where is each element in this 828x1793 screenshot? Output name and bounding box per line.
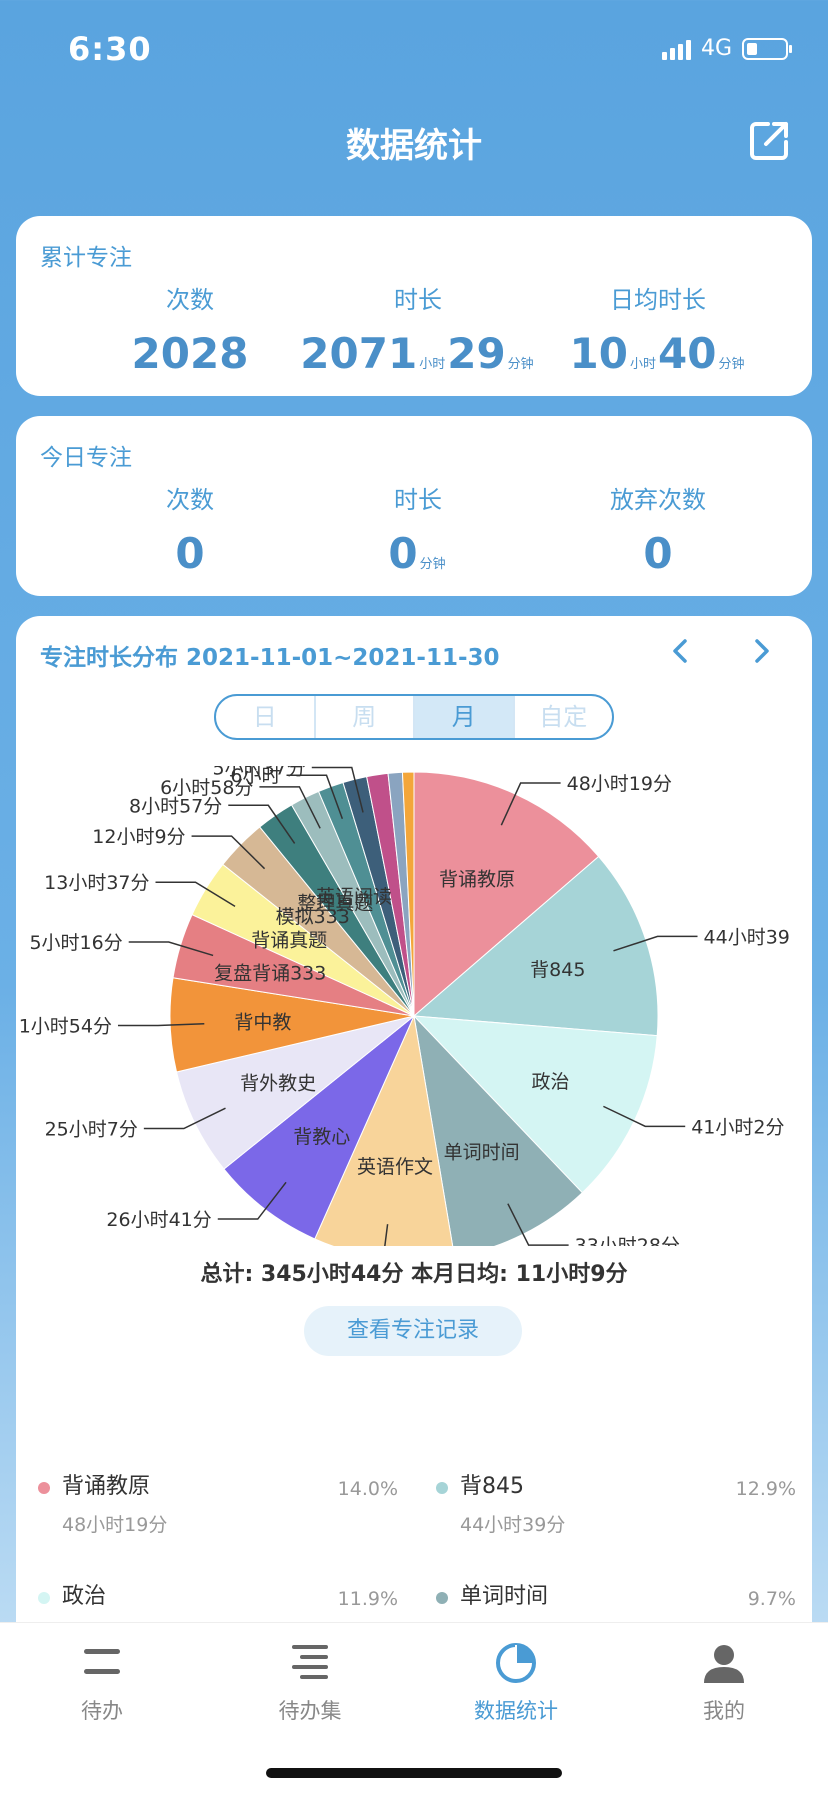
focus-pie-chart: 背诵教原 48小时19分背845 44小时39 政治 41小时2分单词时间 33小时28分… <box>19 766 790 1246</box>
view-records-button[interactable]: 查看专注记录 <box>304 1306 522 1356</box>
focus-summary: 总计: 345小时44分 本月日均: 11小时9分 <box>200 1262 628 1287</box>
today-focus-card: 今日专注 次数 0 时长 0 分钟 放弃次数 0 <box>16 416 812 596</box>
tabbar-label: 数据统计 <box>474 1699 558 1723</box>
period-tabs: 日 周 月 自定 <box>214 694 614 740</box>
total-daily-stat: 日均时长 10 小时40 分钟 <box>538 280 778 378</box>
tab-week[interactable]: 周 <box>316 696 415 738</box>
legend-time: 44小时39分 <box>460 1514 566 1536</box>
today-duration-value: 0 分钟 <box>388 529 446 578</box>
today-duration-label: 时长 <box>394 486 442 514</box>
pie-slice-label: 25小时7分 <box>45 1119 138 1141</box>
legend-name: 单词时间 <box>460 1584 549 1609</box>
total-focus-title: 累计专注 <box>40 245 132 271</box>
tabbar-label: 我的 <box>703 1699 745 1723</box>
legend-item: 背诵教原 48小时19分 14.0% <box>38 1468 398 1558</box>
pie-slice-name: 背诵教原 <box>439 868 515 890</box>
pie-slice-label: 12小时9分 <box>92 826 185 848</box>
total-daily-value: 10 小时40 分钟 <box>569 329 745 378</box>
pie-slice-label: 48小时19分 <box>567 773 672 795</box>
today-count-label: 次数 <box>166 486 214 514</box>
legend-time: 48小时19分 <box>62 1514 168 1536</box>
tab-day[interactable]: 日 <box>216 696 316 738</box>
tabbar-label: 待办 <box>81 1699 123 1723</box>
pie-slice-name: 政治 <box>532 1071 570 1093</box>
network-type: 4G <box>700 36 732 61</box>
legend-pct: 11.9% <box>337 1588 398 1610</box>
tabbar-todo[interactable]: 待办 <box>32 1641 172 1725</box>
total-focus-card: 累计专注 次数 2028 时长 2071 小时29 分钟 日均时长 10 小时40 分钟 <box>16 216 812 396</box>
total-count-stat: 次数 2028 <box>70 280 310 378</box>
pie-slice-name: 单词时间 <box>444 1141 520 1163</box>
legend-dot <box>38 1592 50 1604</box>
next-period-icon[interactable] <box>744 634 778 668</box>
total-count-value: 2028 <box>131 329 249 378</box>
pie-slice-label: 5小时16分 <box>29 932 122 954</box>
pie-chart-icon <box>496 1643 536 1683</box>
legend-name: 政治 <box>62 1584 107 1609</box>
today-count-stat: 次数 0 <box>70 480 310 578</box>
pie-slice-label: 1小时54分 <box>19 1016 112 1038</box>
legend-name: 背诵教原 <box>62 1474 151 1499</box>
battery-icon <box>742 37 792 60</box>
signal-icon <box>661 38 691 60</box>
home-indicator <box>266 1768 562 1778</box>
total-daily-label: 日均时长 <box>610 286 706 314</box>
prev-period-icon[interactable] <box>664 634 698 668</box>
pie-slice-name: 英语作文 <box>357 1156 433 1178</box>
today-focus-title: 今日专注 <box>40 445 132 471</box>
pie-slice-label: 41小时2分 <box>691 1116 784 1138</box>
legend-item: 背845 44小时39分 12.9% <box>436 1468 796 1558</box>
pie-slice-label: 33小时28分 <box>575 1235 680 1246</box>
tabbar-label: 待办集 <box>278 1699 342 1723</box>
today-duration-stat: 时长 0 分钟 <box>298 480 538 578</box>
tab-custom[interactable]: 自定 <box>515 696 613 738</box>
user-icon <box>704 1645 744 1683</box>
list-set-icon <box>292 1645 328 1679</box>
list-icon <box>84 1649 120 1674</box>
pie-slice-name: 背中教 <box>234 1012 291 1034</box>
share-icon[interactable] <box>748 118 792 162</box>
tabbar-mine[interactable]: 我的 <box>654 1641 794 1725</box>
tabbar-todo-set[interactable]: 待办集 <box>240 1641 380 1725</box>
pie-slice-label: 44小时39 <box>704 926 790 948</box>
legend-dot <box>436 1482 448 1494</box>
status-time: 6:30 <box>68 30 152 68</box>
total-count-label: 次数 <box>166 286 214 314</box>
today-count-value: 0 <box>175 529 205 578</box>
distribution-title: 专注时长分布 2021-11-01~2021-11-30 <box>40 645 500 671</box>
total-duration-label: 时长 <box>394 286 442 314</box>
legend-dot <box>38 1482 50 1494</box>
total-duration-stat: 时长 2071 小时29 分钟 <box>298 280 538 378</box>
page-title: 数据统计 <box>346 126 482 166</box>
pie-slice-name: 背外教史 <box>240 1072 316 1094</box>
pie-slice-name: 复盘背诵333 <box>214 963 326 985</box>
pie-slice-name: 背845 <box>530 959 585 981</box>
pie-slice-label: 13小时37分 <box>44 872 149 894</box>
legend-dot <box>436 1592 448 1604</box>
status-bar: 6:30 4G <box>0 0 828 100</box>
total-duration-value: 2071 小时29 分钟 <box>300 329 534 378</box>
legend-pct: 9.7% <box>747 1588 796 1610</box>
pie-slice-label: 5小时37分 <box>213 766 306 779</box>
today-abandon-stat: 放弃次数 0 <box>538 480 778 578</box>
distribution-card: 专注时长分布 2021-11-01~2021-11-30 日 周 月 自定 背诵… <box>16 616 812 1626</box>
pie-slice-label: 26小时41分 <box>106 1209 211 1231</box>
legend-pct: 14.0% <box>337 1478 398 1500</box>
legend-name: 背845 <box>460 1474 524 1499</box>
status-indicators: 4G <box>661 36 792 61</box>
today-abandon-value: 0 <box>643 529 673 578</box>
pie-slice-name: 英语阅读 <box>316 886 392 908</box>
pie-slice-name: 背教心 <box>293 1126 350 1148</box>
pie-slice-name: 背诵真题 <box>251 930 327 952</box>
today-abandon-label: 放弃次数 <box>610 486 706 514</box>
tabbar-statistics[interactable]: 数据统计 <box>446 1641 586 1725</box>
legend-pct: 12.9% <box>735 1478 796 1500</box>
tab-month[interactable]: 月 <box>415 696 515 738</box>
